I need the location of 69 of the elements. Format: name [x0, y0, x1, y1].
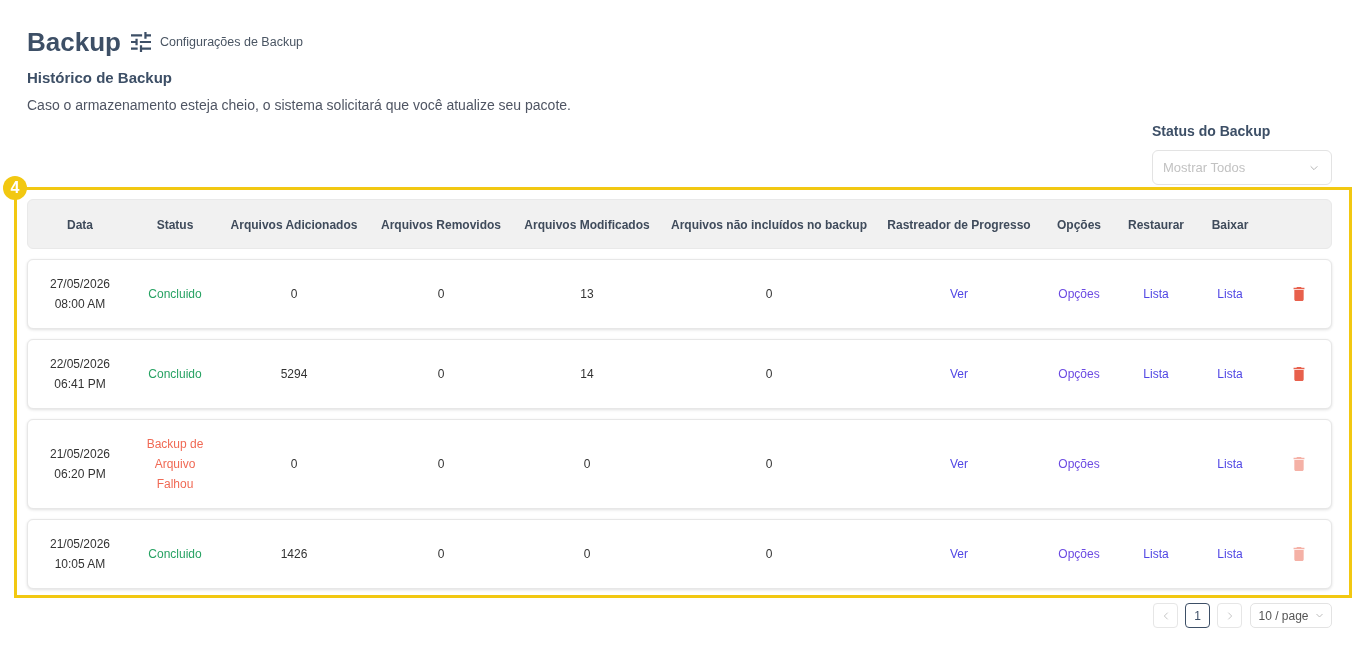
options-link[interactable]: Opções — [1058, 454, 1100, 474]
file-count: 0 — [765, 286, 773, 303]
file-count: 0 — [437, 546, 445, 563]
file-count: 0 — [290, 456, 298, 473]
column-header: Rastreador de Progresso — [887, 218, 1031, 232]
chevron-down-icon — [1314, 611, 1324, 620]
section-description: Caso o armazenamento esteja cheio, o sistema solicitará que você atualize seu pacote. — [27, 96, 572, 115]
filter-label: Status do Backup — [1152, 122, 1272, 141]
status-text: Concluido — [148, 286, 202, 303]
options-link[interactable]: Opções — [1058, 544, 1100, 564]
step-badge: 4 — [3, 176, 27, 200]
time-text: 06:41 PM — [54, 376, 106, 393]
status-text: Backup de Arquivo Falhou — [145, 436, 205, 493]
date-text: 21/05/2026 — [49, 536, 111, 553]
file-count: 0 — [583, 456, 591, 473]
date-text: 21/05/2026 — [49, 446, 111, 463]
file-count: 0 — [765, 546, 773, 563]
file-count: 0 — [437, 366, 445, 383]
status-text: Concluido — [148, 546, 202, 563]
date-text: 27/05/2026 — [49, 276, 111, 293]
backup-settings-link[interactable]: Configurações de Backup — [130, 32, 304, 52]
file-count: 13 — [580, 286, 594, 303]
file-count: 14 — [580, 366, 594, 383]
column-header: Baixar — [1211, 218, 1249, 232]
file-count: 1426 — [280, 546, 308, 563]
status-text: Concluido — [148, 366, 202, 383]
delete-button[interactable] — [1291, 367, 1306, 381]
column-header: Arquivos Adicionados — [230, 218, 358, 232]
file-count: 5294 — [280, 366, 308, 383]
view-link[interactable]: Ver — [950, 544, 968, 564]
file-count: 0 — [765, 456, 773, 473]
time-text: 08:00 AM — [54, 296, 106, 313]
column-header: Restaurar — [1128, 218, 1184, 232]
column-header: Opções — [1057, 218, 1101, 232]
download-link[interactable]: Lista — [1217, 364, 1243, 384]
options-link[interactable]: Opções — [1058, 284, 1100, 304]
view-link[interactable]: Ver — [950, 454, 968, 474]
column-header: Data — [67, 218, 93, 232]
restore-link[interactable]: Lista — [1143, 284, 1169, 304]
trash-icon — [1291, 457, 1306, 471]
section-title: Histórico de Backup — [27, 68, 174, 88]
download-link[interactable]: Lista — [1217, 454, 1243, 474]
download-link[interactable]: Lista — [1217, 544, 1243, 564]
view-link[interactable]: Ver — [950, 284, 968, 304]
delete-button[interactable] — [1291, 287, 1306, 301]
file-count: 0 — [437, 456, 445, 473]
time-text: 06:20 PM — [54, 466, 106, 483]
page-title: Backup — [27, 26, 121, 58]
column-header: Arquivos não incluídos no backup — [671, 218, 867, 232]
time-text: 10:05 AM — [54, 556, 106, 573]
file-count: 0 — [290, 286, 298, 303]
trash-icon — [1291, 367, 1306, 381]
file-count: 0 — [583, 546, 591, 563]
options-link[interactable]: Opções — [1058, 364, 1100, 384]
file-count: 0 — [765, 366, 773, 383]
trash-icon — [1291, 287, 1306, 301]
restore-link[interactable]: Lista — [1143, 544, 1169, 564]
column-header: Status — [156, 218, 194, 232]
page-button[interactable]: 1 — [1185, 603, 1210, 628]
restore-link[interactable]: Lista — [1143, 364, 1169, 384]
file-count: 0 — [437, 286, 445, 303]
download-link[interactable]: Lista — [1217, 284, 1243, 304]
page-size-select[interactable]: 10 / page — [1250, 603, 1332, 628]
column-header: Arquivos Modificados — [524, 218, 650, 232]
trash-icon — [1291, 547, 1306, 561]
date-text: 22/05/2026 — [49, 356, 111, 373]
view-link[interactable]: Ver — [950, 364, 968, 384]
sliders-icon — [130, 32, 151, 52]
column-header: Arquivos Removidos — [381, 218, 501, 232]
